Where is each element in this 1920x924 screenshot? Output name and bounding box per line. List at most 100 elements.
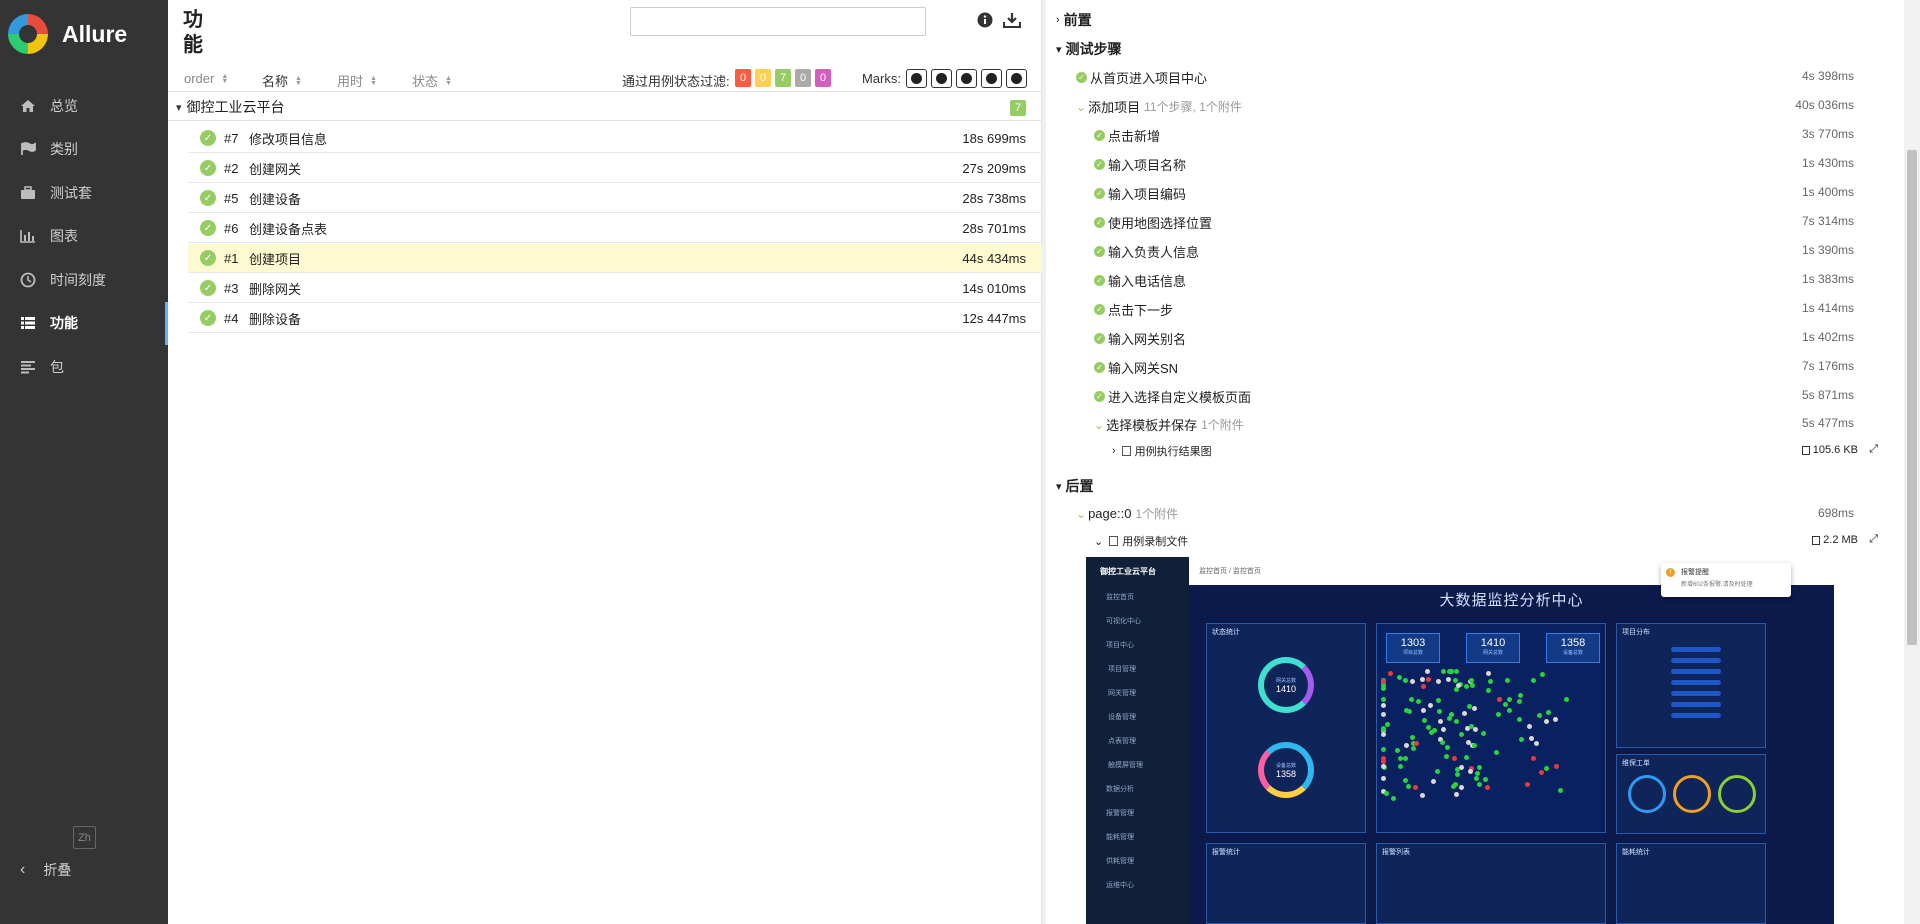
sidebar-item-behaviors[interactable]: 功能	[0, 301, 168, 346]
clock-icon	[18, 270, 38, 290]
step-row[interactable]: ✓ 使用地图选择位置	[1094, 213, 1212, 232]
sidebar-item-suites[interactable]: 测试套	[0, 171, 168, 215]
filter-broken[interactable]: 0	[755, 69, 771, 87]
mark-new-passed[interactable]	[956, 69, 977, 88]
test-row[interactable]: ✓ #2 创建网关 27s 209ms	[188, 154, 1042, 183]
chevron-down-icon: ⌄	[1094, 417, 1105, 432]
sort-name[interactable]: 名称 ▲ ▼	[262, 71, 302, 90]
passed-status-icon: ✓	[1094, 304, 1105, 315]
brand[interactable]: Allure	[0, 0, 168, 68]
test-order: #2	[224, 160, 239, 176]
sort-duration[interactable]: 用时 ▲ ▼	[337, 71, 377, 90]
chevron-down-icon: ▾	[176, 101, 182, 114]
test-row-selected[interactable]: ✓ #1 创建项目 44s 434ms	[188, 244, 1042, 273]
filter-unknown[interactable]: 0	[815, 69, 831, 87]
step-name: 输入项目名称	[1108, 158, 1187, 173]
collapse-button[interactable]: ‹ 折叠	[20, 860, 71, 880]
expand-icon[interactable]: ⤢	[1869, 533, 1878, 546]
passed-status-icon: ✓	[200, 310, 216, 326]
preview-kpi: 1410 网关总数	[1466, 633, 1520, 663]
sort-order[interactable]: order ▲ ▼	[184, 71, 228, 86]
step-row[interactable]: ✓ 点击下一步	[1094, 300, 1173, 319]
info-button[interactable]	[974, 9, 996, 31]
chevron-down-icon: ⌄	[1076, 99, 1087, 114]
step-row[interactable]: ✓ 输入网关SN	[1094, 358, 1178, 377]
step-row[interactable]: ✓ 点击新增	[1094, 126, 1160, 145]
mark-new-broken[interactable]	[981, 69, 1002, 88]
detail-pane: › 前置 ▾ 测试步骤 ✓ 从首页进入项目中心 4s 398ms ⌄ 添加项目 …	[1046, 0, 1920, 924]
feature-group[interactable]: ▾ 御控工业云平台 7	[168, 94, 1042, 121]
filter-passed[interactable]: 7	[775, 69, 791, 87]
list-icon	[18, 313, 38, 333]
step-row[interactable]: ✓ 输入负责人信息	[1094, 242, 1199, 261]
test-row[interactable]: ✓ #6 创建设备点表 28s 701ms	[188, 214, 1042, 243]
map-marker-icon	[1538, 769, 1544, 775]
test-row[interactable]: ✓ #5 创建设备 28s 738ms	[188, 184, 1042, 213]
teardown-step-row[interactable]: ⌄ page::0 1个附件	[1076, 505, 1178, 522]
passed-status-icon: ✓	[1094, 333, 1105, 344]
marks-label: Marks:	[862, 71, 901, 86]
section-label: 后置	[1065, 478, 1094, 494]
map-marker-icon	[1422, 717, 1428, 723]
download-icon	[1003, 13, 1021, 28]
sidebar-item-label: 测试套	[50, 184, 92, 201]
expand-icon[interactable]: ⤢	[1869, 443, 1878, 456]
mark-retries[interactable]	[1006, 69, 1027, 88]
step-row[interactable]: ⌄ 选择模板并保存 1个附件	[1094, 415, 1244, 434]
filter-failed[interactable]: 0	[735, 69, 751, 87]
steps-section-toggle[interactable]: ▾ 测试步骤	[1056, 39, 1122, 59]
step-row[interactable]: ✓ 从首页进入项目中心	[1076, 68, 1207, 87]
attachment-row[interactable]: › 用例执行结果图	[1112, 443, 1212, 459]
test-order: #6	[224, 220, 239, 236]
attachment-name: 用例录制文件	[1122, 536, 1189, 548]
preview-alarm-toast: ! 报警提醒 新增602条报警,请及时处理	[1661, 563, 1791, 597]
test-row[interactable]: ✓ #4 删除设备 12s 447ms	[188, 304, 1042, 333]
step-name: 输入电话信息	[1108, 274, 1187, 289]
test-row[interactable]: ✓ #3 删除网关 14s 010ms	[188, 274, 1042, 303]
test-name: 创建网关	[249, 161, 302, 177]
scrollbar-thumb[interactable]	[1907, 150, 1917, 645]
floppy-icon	[1812, 535, 1821, 545]
passed-status-icon: ✓	[200, 280, 216, 296]
preview-small-ring	[1718, 775, 1756, 813]
sidebar-item-overview[interactable]: 总览	[0, 84, 168, 128]
mark-flaky[interactable]	[906, 69, 927, 88]
preview-brand: 御控工业云平台	[1100, 566, 1156, 576]
kpi-value: 1358	[1560, 637, 1586, 649]
attachment-row[interactable]: ⌄ 用例录制文件	[1094, 533, 1188, 549]
test-order: #3	[224, 280, 239, 296]
passed-status-icon: ✓	[1076, 72, 1087, 83]
test-row[interactable]: ✓ #7 修改项目信息 18s 699ms	[188, 124, 1042, 153]
step-row[interactable]: ✓ 输入项目名称	[1094, 155, 1186, 174]
attachment-preview[interactable]: 御控工业云平台 监控首页 可视化中心 项目中心 项目管理 网关管理 设备管理 点…	[1086, 557, 1834, 924]
step-row[interactable]: ✓ 输入项目编码	[1094, 184, 1186, 203]
status-filter-label: 通过用例状态过滤:	[622, 74, 730, 89]
step-row[interactable]: ⌄ 添加项目 11个步骤, 1个附件	[1076, 97, 1242, 116]
map-marker-icon	[1471, 705, 1477, 711]
search-input[interactable]	[630, 7, 926, 36]
sidebar-item-packages[interactable]: 包	[0, 345, 168, 389]
map-marker-icon	[1406, 708, 1412, 714]
sidebar-item-graphs[interactable]: 图表	[0, 215, 168, 259]
map-marker-icon	[1487, 678, 1493, 684]
step-row[interactable]: ✓ 进入选择自定义模板页面	[1094, 387, 1251, 406]
test-name: 创建项目	[249, 251, 302, 267]
step-row[interactable]: ✓ 输入电话信息	[1094, 271, 1186, 290]
step-row[interactable]: ✓ 输入网关别名	[1094, 329, 1186, 348]
map-marker-icon	[1425, 677, 1431, 683]
map-marker-icon	[1406, 783, 1412, 789]
setup-section-toggle[interactable]: › 前置	[1056, 10, 1092, 30]
detail-scrollbar[interactable]	[1904, 0, 1920, 924]
language-select[interactable]: Zh	[73, 826, 96, 849]
sort-status[interactable]: 状态 ▲ ▼	[412, 71, 452, 90]
section-label: 测试步骤	[1065, 41, 1122, 57]
ring-label: 网关总数	[1275, 677, 1296, 684]
download-button[interactable]	[1001, 9, 1023, 31]
mark-new-failed[interactable]	[931, 69, 952, 88]
filter-skipped[interactable]: 0	[795, 69, 811, 87]
sidebar-item-categories[interactable]: 类别	[0, 128, 168, 172]
teardown-section-toggle[interactable]: ▾ 后置	[1056, 476, 1094, 496]
step-meta: 1个附件	[1135, 507, 1179, 521]
map-marker-icon	[1475, 770, 1481, 776]
sidebar-item-timeline[interactable]: 时间刻度	[0, 258, 168, 302]
